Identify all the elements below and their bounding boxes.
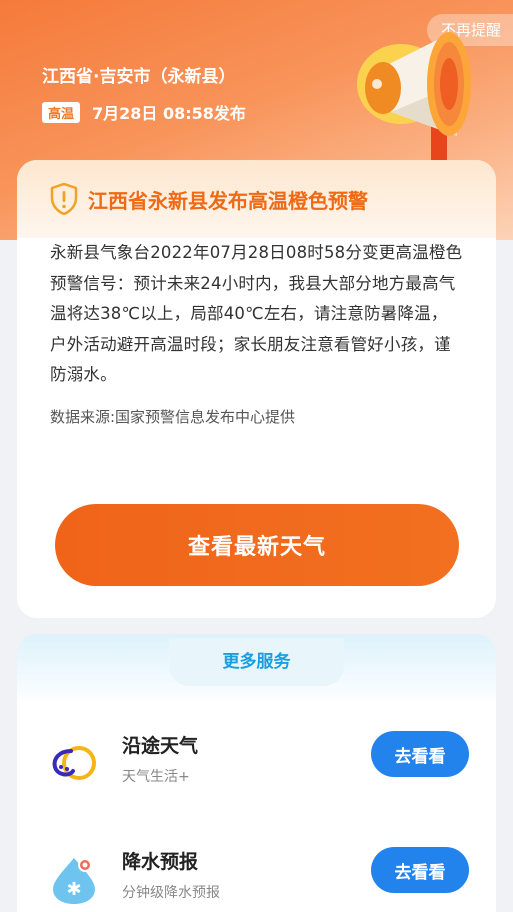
service-desc: 天气生活+ xyxy=(122,769,190,785)
data-source: 数据来源:国家预警信息发布中心提供 xyxy=(50,407,296,426)
alert-title: 江西省永新县发布高温橙色预警 xyxy=(88,188,368,213)
publish-time: 7月28日 08:58发布 xyxy=(92,104,246,123)
alert-card-header: 江西省永新县发布高温橙色预警 xyxy=(17,160,496,238)
alert-card: 江西省永新县发布高温橙色预警 永新县气象台2022年07月28日08时58分变更… xyxy=(17,160,496,618)
svg-text:✱: ✱ xyxy=(66,879,81,900)
service-name: 降水预报 xyxy=(122,851,199,873)
service-name: 沿途天气 xyxy=(122,735,199,757)
service-desc: 分钟级降水预报 xyxy=(122,885,220,901)
alert-meta: 高温 7月28日 08:58发布 xyxy=(42,100,246,124)
service-item-route-weather[interactable]: 沿途天气 天气生活+ 去看看 xyxy=(17,731,496,801)
more-services-card: 更多服务 沿途天气 天气生活+ 去看看 ✱ 降水预报 分钟级降水预报 去看看 xyxy=(17,634,496,912)
rain-forecast-icon: ✱ xyxy=(53,858,95,904)
route-weather-icon xyxy=(52,746,96,780)
more-services-title: 更多服务 xyxy=(169,638,344,686)
level-badge: 高温 xyxy=(42,101,81,123)
go-see-button[interactable]: 去看看 xyxy=(371,731,469,777)
warning-shield-icon xyxy=(50,183,78,215)
go-see-button[interactable]: 去看看 xyxy=(371,847,469,893)
alert-body: 永新县气象台2022年07月28日08时58分变更高温橙色预警信号：预计未来24… xyxy=(50,243,463,384)
location-label: 江西省·吉安市（永新县） xyxy=(42,67,236,87)
view-latest-weather-button[interactable]: 查看最新天气 xyxy=(55,504,459,586)
service-item-rain-forecast[interactable]: ✱ 降水预报 分钟级降水预报 去看看 xyxy=(17,847,496,912)
megaphone-icon xyxy=(357,32,471,170)
